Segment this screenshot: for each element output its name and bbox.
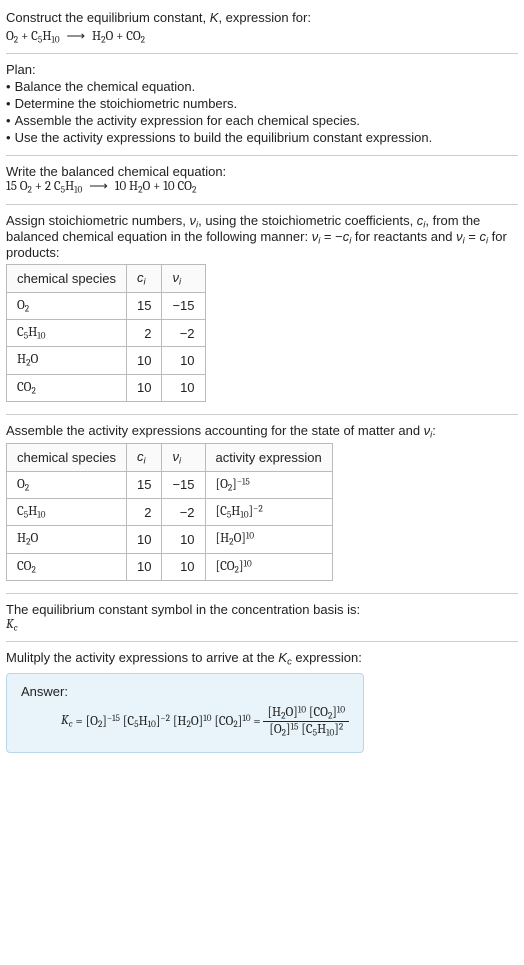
unbalanced-equation: O2 + C5H10 ⟶ H2O + CO2: [6, 29, 518, 45]
kc-intro-line: The equilibrium constant symbol in the c…: [6, 602, 518, 617]
cell-species: C5H10: [7, 498, 127, 525]
plan-item: • Use the activity expressions to build t…: [6, 130, 518, 145]
cell-species: H2O: [7, 526, 127, 553]
cell-species: H2O: [7, 347, 127, 374]
cell-c: 10: [127, 526, 162, 553]
cell-v: 10: [162, 347, 205, 374]
fraction-numerator: [H2O]10 [CO2]10: [263, 705, 349, 722]
cell-species: CO2: [7, 553, 127, 580]
table-header-row: chemical species ci νi activity expressi…: [7, 444, 333, 471]
stoich-table: chemical species ci νi O2 15 −15 C5H10 2…: [6, 264, 206, 402]
eq-rhs: 10 H2O + 10 CO2: [115, 179, 197, 194]
cell-expr: [O2]−15: [205, 471, 332, 498]
activity-intro: Assemble the activity expressions accoun…: [6, 423, 518, 439]
bullet-icon: •: [6, 113, 11, 128]
plan-section: Plan: • Balance the chemical equation. • D…: [6, 54, 518, 156]
kc-symbol: Kc: [6, 617, 518, 633]
fraction: [H2O]10 [CO2]10 [O2]15 [C5H10]2: [263, 705, 349, 739]
prompt-text: Construct the equilibrium constant, K, e…: [6, 10, 518, 25]
table-row: CO2 10 10: [7, 374, 206, 401]
balanced-equation: 15 O2 + 2 C5H10 ⟶ 10 H2O + 10 CO2: [6, 179, 518, 195]
col-species: chemical species: [7, 444, 127, 471]
kc-symbol-section: The equilibrium constant symbol in the c…: [6, 594, 518, 642]
cell-c: 10: [127, 347, 162, 374]
plan-title: Plan:: [6, 62, 518, 77]
bullet-icon: •: [6, 130, 11, 145]
cell-species: O2: [7, 471, 127, 498]
table-row: O2 15 −15 [O2]−15: [7, 471, 333, 498]
header-section: Construct the equilibrium constant, K, e…: [6, 2, 518, 54]
col-v: νi: [162, 265, 205, 292]
col-c: ci: [127, 265, 162, 292]
activity-table: chemical species ci νi activity expressi…: [6, 443, 333, 581]
table-row: C5H10 2 −2 [C5H10]−2: [7, 498, 333, 525]
cell-expr: [C5H10]−2: [205, 498, 332, 525]
cell-v: 10: [162, 374, 205, 401]
answer-box: Answer: Kc = [O2]−15 [C5H10]−2 [H2O]10 […: [6, 673, 364, 754]
cell-c: 15: [127, 471, 162, 498]
cell-expr: [CO2]10: [205, 553, 332, 580]
fraction-denominator: [O2]15 [C5H10]2: [263, 722, 349, 738]
cell-species: C5H10: [7, 319, 127, 346]
eq-lhs: 15 O2 + 2 C5H10: [6, 179, 82, 194]
table-row: C5H10 2 −2: [7, 319, 206, 346]
answer-label: Answer:: [21, 684, 349, 699]
cell-species: O2: [7, 292, 127, 319]
cell-v: −15: [162, 471, 205, 498]
cell-species: CO2: [7, 374, 127, 401]
cell-v: 10: [162, 526, 205, 553]
col-species: chemical species: [7, 265, 127, 292]
plan-item: • Determine the stoichiometric numbers.: [6, 96, 518, 111]
final-section: Mulitply the activity expressions to arr…: [6, 642, 518, 761]
table-row: H2O 10 10: [7, 347, 206, 374]
balanced-section: Write the balanced chemical equation: 15…: [6, 156, 518, 204]
eq-lhs: O2 + C5H10: [6, 29, 60, 44]
table-row: H2O 10 10 [H2O]10: [7, 526, 333, 553]
final-intro: Mulitply the activity expressions to arr…: [6, 650, 518, 666]
plan-item: • Balance the chemical equation.: [6, 79, 518, 94]
stoich-intro: Assign stoichiometric numbers, νi, using…: [6, 213, 518, 261]
reaction-arrow-icon: ⟶: [67, 29, 86, 44]
plan-item: • Assemble the activity expression for ea…: [6, 113, 518, 128]
bullet-icon: •: [6, 96, 11, 111]
table-row: O2 15 −15: [7, 292, 206, 319]
cell-v: 10: [162, 553, 205, 580]
kc-expression: Kc = [O2]−15 [C5H10]−2 [H2O]10 [CO2]10 =…: [21, 705, 349, 739]
prompt-prefix: Construct the equilibrium constant,: [6, 10, 210, 25]
stoich-section: Assign stoichiometric numbers, νi, using…: [6, 205, 518, 415]
plan-item-text: Use the activity expressions to build th…: [15, 130, 433, 145]
cell-v: −2: [162, 319, 205, 346]
table-header-row: chemical species ci νi: [7, 265, 206, 292]
plan-item-text: Balance the chemical equation.: [15, 79, 196, 94]
cell-expr: [H2O]10: [205, 526, 332, 553]
prompt-suffix: , expression for:: [218, 10, 311, 25]
cell-c: 15: [127, 292, 162, 319]
cell-c: 10: [127, 374, 162, 401]
plan-item-text: Determine the stoichiometric numbers.: [15, 96, 238, 111]
col-expr: activity expression: [205, 444, 332, 471]
cell-v: −15: [162, 292, 205, 319]
balanced-intro: Write the balanced chemical equation:: [6, 164, 518, 179]
eq-rhs: H2O + CO2: [92, 29, 145, 44]
reaction-arrow-icon: ⟶: [89, 179, 108, 194]
cell-c: 2: [127, 498, 162, 525]
activity-section: Assemble the activity expressions accoun…: [6, 415, 518, 594]
col-c: ci: [127, 444, 162, 471]
col-v: νi: [162, 444, 205, 471]
cell-c: 10: [127, 553, 162, 580]
bullet-icon: •: [6, 79, 11, 94]
cell-c: 2: [127, 319, 162, 346]
plan-item-text: Assemble the activity expression for eac…: [15, 113, 360, 128]
cell-v: −2: [162, 498, 205, 525]
table-row: CO2 10 10 [CO2]10: [7, 553, 333, 580]
